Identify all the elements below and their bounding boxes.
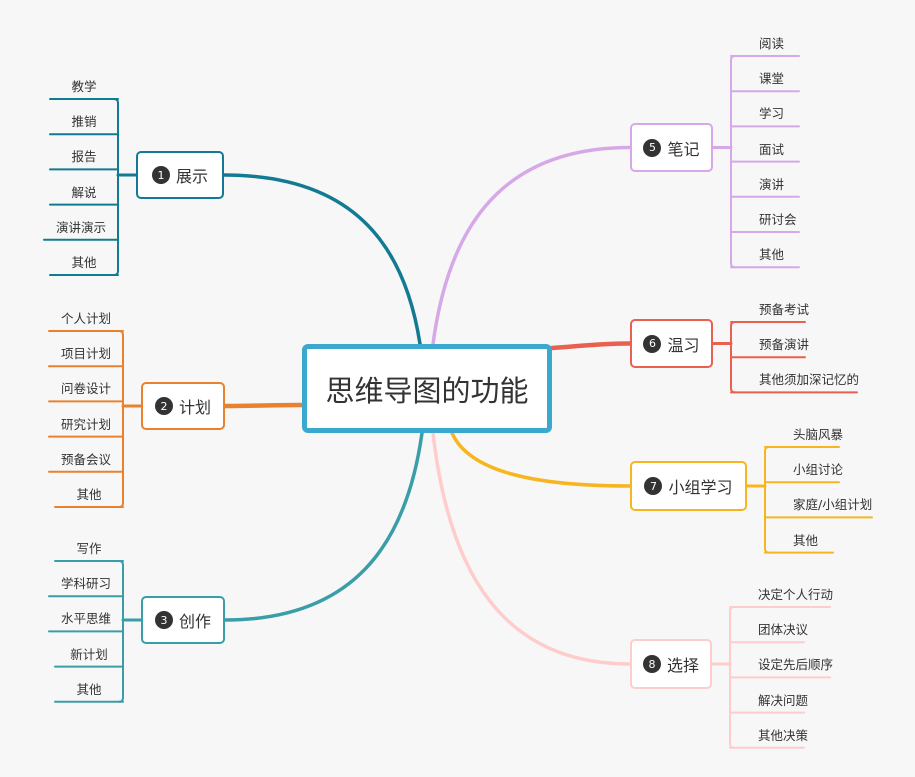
topic-1[interactable]: 1 展示 <box>136 151 224 199</box>
topic-number-badge: 7 <box>644 477 663 495</box>
subtopic[interactable]: 其他 <box>731 244 799 263</box>
subtopic[interactable]: 预备演讲 <box>731 334 809 353</box>
topic-connector-8 <box>431 431 632 666</box>
subtopic[interactable]: 课堂 <box>731 68 799 87</box>
subtopic[interactable]: 阅读 <box>731 33 799 52</box>
central-topic[interactable]: 思维导图的功能 <box>302 344 552 433</box>
subtopic[interactable]: 问卷设计 <box>49 378 123 397</box>
subtopic[interactable]: 项目计划 <box>49 343 123 362</box>
topic-5[interactable]: 5 笔记 <box>630 123 713 172</box>
subtopic[interactable]: 预备会议 <box>49 449 123 468</box>
subtopic[interactable]: 设定先后顺序 <box>730 654 833 673</box>
subtopic[interactable]: 演讲 <box>731 174 799 193</box>
subtopic[interactable]: 头脑风暴 <box>765 424 843 443</box>
subtopic[interactable]: 教学 <box>50 76 118 95</box>
topic-label: 创作 <box>178 612 211 631</box>
subtopic[interactable]: 小组讨论 <box>765 459 843 478</box>
subtopic[interactable]: 其他 <box>55 484 123 503</box>
topic-connector-6 <box>549 341 633 351</box>
topic-number-badge: 3 <box>154 611 173 629</box>
topic-connector-1 <box>222 173 422 346</box>
topic-label: 小组学习 <box>668 478 733 497</box>
subtopic[interactable]: 面试 <box>731 139 799 158</box>
subtopic[interactable]: 推销 <box>50 111 118 130</box>
topic-number-badge: 1 <box>151 166 170 184</box>
subtopic[interactable]: 其他决策 <box>730 725 808 744</box>
subtopic[interactable]: 家庭/小组计划 <box>765 494 872 513</box>
topic-number-badge: 8 <box>642 655 661 673</box>
central-topic-label: 思维导图的功能 <box>325 373 529 408</box>
subtopic[interactable]: 学习 <box>731 103 799 122</box>
subtopic[interactable]: 写作 <box>55 538 123 557</box>
topic-6[interactable]: 6 温习 <box>630 319 713 368</box>
subtopic[interactable]: 其他 <box>50 252 118 271</box>
topic-connector-2 <box>222 402 305 409</box>
topic-connector-3 <box>223 431 424 622</box>
subtopic[interactable]: 决定个人行动 <box>730 584 833 603</box>
subtopic[interactable]: 学科研习 <box>49 573 123 592</box>
topic-number-badge: 2 <box>154 397 173 415</box>
topic-2[interactable]: 2 计划 <box>141 382 225 430</box>
topic-label: 计划 <box>178 398 211 417</box>
subtopic[interactable]: 预备考试 <box>731 299 809 318</box>
subtopic[interactable]: 其他 <box>55 679 123 698</box>
subtopic[interactable]: 研究计划 <box>49 414 123 433</box>
topic-label: 温习 <box>667 335 700 355</box>
subtopic[interactable]: 解决问题 <box>730 690 808 709</box>
topic-label: 笔记 <box>667 139 700 159</box>
subtopic[interactable]: 新计划 <box>55 644 123 663</box>
subtopic[interactable]: 报告 <box>50 146 118 165</box>
subtopic[interactable]: 研讨会 <box>731 209 799 228</box>
subtopic[interactable]: 演讲演示 <box>44 217 118 236</box>
subtopic[interactable]: 水平思维 <box>49 608 123 627</box>
subtopic[interactable]: 其他须加深记忆的 <box>731 369 859 388</box>
subtopic[interactable]: 解说 <box>50 182 118 201</box>
subtopic[interactable]: 其他 <box>765 530 833 549</box>
topic-number-badge: 5 <box>643 138 662 157</box>
subtopic[interactable]: 个人计划 <box>49 308 123 327</box>
topic-7[interactable]: 7 小组学习 <box>630 461 747 511</box>
topic-number-badge: 6 <box>643 334 662 353</box>
topic-connector-7 <box>450 431 632 488</box>
topic-label: 选择 <box>666 656 699 675</box>
subtopic[interactable]: 团体决议 <box>730 619 808 638</box>
topic-3[interactable]: 3 创作 <box>141 596 225 644</box>
topic-label: 展示 <box>175 167 208 186</box>
topic-8[interactable]: 8 选择 <box>630 639 712 689</box>
topic-connector-5 <box>431 145 632 346</box>
